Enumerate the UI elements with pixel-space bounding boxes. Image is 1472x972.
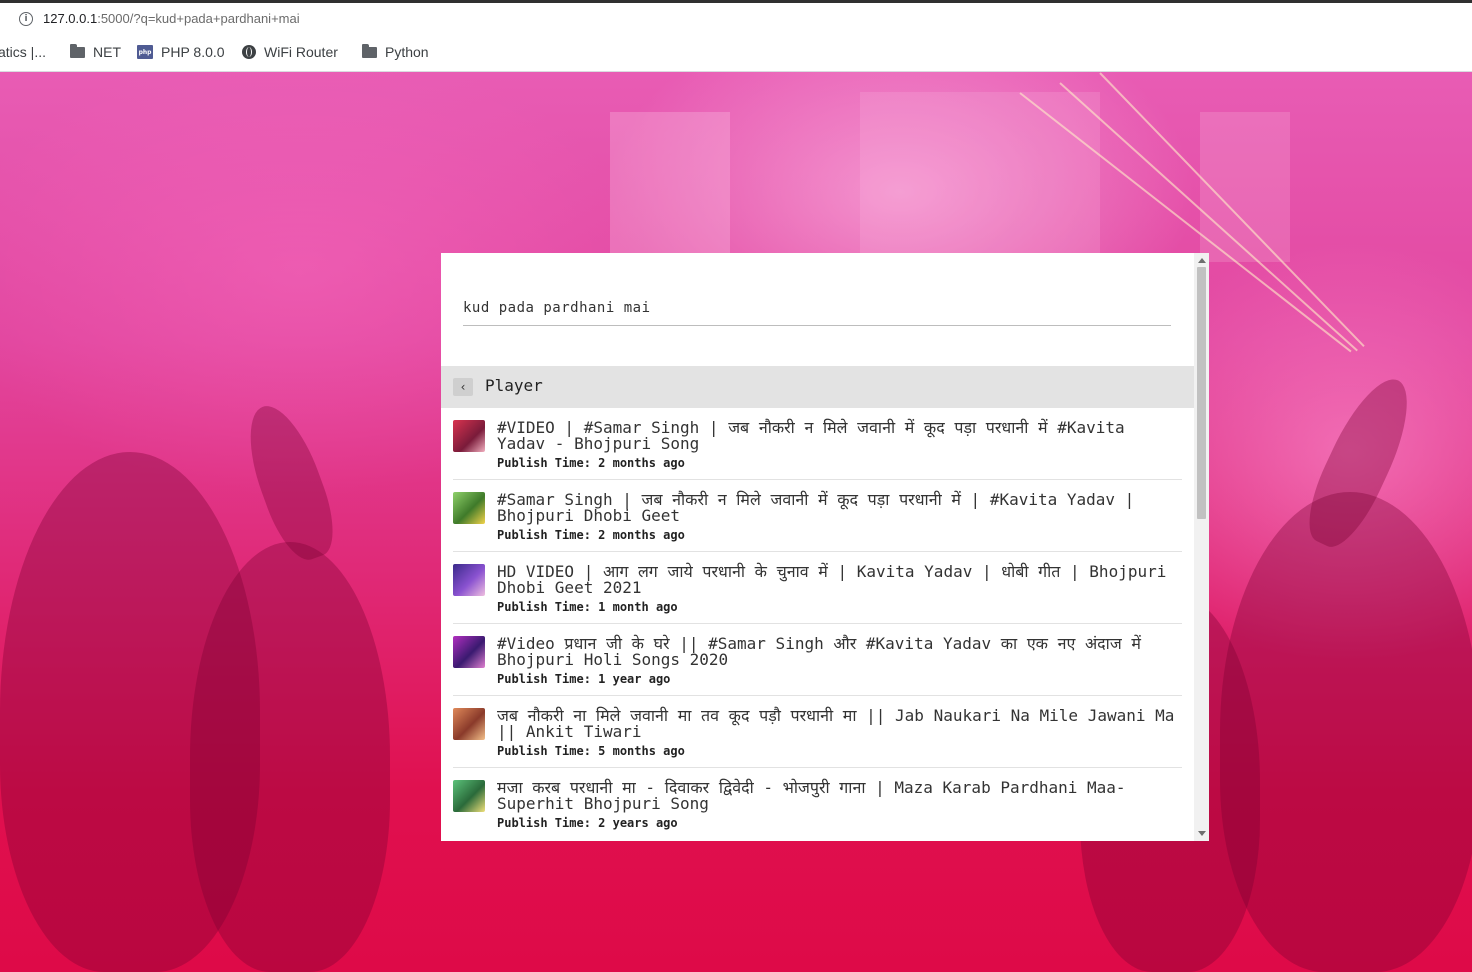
folder-icon [70, 43, 85, 58]
video-thumbnail[interactable] [453, 420, 485, 452]
globe-icon [242, 45, 256, 59]
video-title[interactable]: #VIDEO | #Samar Singh | जब नौकरी न मिले … [497, 420, 1182, 452]
video-title[interactable]: HD VIDEO | आग लग जाये परधानी के चुनाव मे… [497, 564, 1182, 596]
publish-label: Publish Time: [497, 672, 591, 686]
address-bar[interactable]: i 127.0.0.1:5000/?q=kud+pada+pardhani+ma… [0, 0, 1472, 36]
search-field[interactable] [463, 297, 1171, 326]
stage-light [1200, 112, 1290, 262]
list-item[interactable]: मजा करब परधानी मा - दिवाकर द्विवेदी - भो… [453, 768, 1182, 840]
url-text[interactable]: 127.0.0.1:5000/?q=kud+pada+pardhani+mai [43, 11, 300, 26]
search-input[interactable] [463, 298, 1171, 318]
list-item[interactable]: #Samar Singh | जब नौकरी न मिले जवानी में… [453, 480, 1182, 552]
publish-value: 2 months ago [598, 528, 685, 542]
bookmark-python[interactable]: Python [362, 43, 429, 60]
publish-label: Publish Time: [497, 744, 591, 758]
crowd-silhouette [190, 542, 390, 972]
bookmark-label: PHP 8.0.0 [161, 44, 225, 60]
publish-value: 1 month ago [598, 600, 678, 614]
back-button[interactable]: ‹ [453, 378, 473, 396]
video-title[interactable]: #Video प्रधान जी के घरे || #Samar Singh … [497, 636, 1182, 668]
bookmark-label: Python [385, 44, 429, 60]
publish-label: Publish Time: [497, 456, 591, 470]
video-title[interactable]: #Samar Singh | जब नौकरी न मिले जवानी में… [497, 492, 1182, 524]
video-thumbnail[interactable] [453, 636, 485, 668]
search-panel: ‹ Player #VIDEO | #Samar Singh | जब नौकर… [441, 253, 1209, 841]
crowd-silhouette [1220, 492, 1472, 972]
player-title: Player [485, 376, 543, 395]
publish-time: Publish Time: 2 months ago [497, 456, 685, 470]
raised-arm [234, 396, 346, 568]
folder-icon [362, 43, 377, 58]
bookmark-label: atics |... [0, 44, 46, 60]
bookmark-label: NET [93, 44, 121, 60]
publish-label: Publish Time: [497, 600, 591, 614]
video-thumbnail[interactable] [453, 492, 485, 524]
publish-time: Publish Time: 2 months ago [497, 528, 685, 542]
bookmark-net[interactable]: NET [70, 43, 121, 60]
publish-value: 2 years ago [598, 816, 678, 830]
publish-time: Publish Time: 5 months ago [497, 744, 685, 758]
publish-value: 5 months ago [598, 744, 685, 758]
list-item[interactable]: #Video प्रधान जी के घरे || #Samar Singh … [453, 624, 1182, 696]
list-item[interactable]: #VIDEO | #Samar Singh | जब नौकरी न मिले … [453, 408, 1182, 480]
bookmark-php[interactable]: php PHP 8.0.0 [137, 44, 225, 60]
publish-label: Publish Time: [497, 528, 591, 542]
video-thumbnail[interactable] [453, 780, 485, 812]
publish-time: Publish Time: 2 years ago [497, 816, 678, 830]
scroll-up-arrow-icon[interactable] [1198, 258, 1206, 263]
bookmarks-bar: atics |... NET php PHP 8.0.0 WiFi Router… [0, 36, 1472, 72]
list-item[interactable]: HD VIDEO | आग लग जाये परधानी के चुनाव मे… [453, 552, 1182, 624]
bookmark-wifi-router[interactable]: WiFi Router [242, 44, 338, 60]
video-title[interactable]: मजा करब परधानी मा - दिवाकर द्विवेदी - भो… [497, 780, 1182, 812]
publish-value: 2 months ago [598, 456, 685, 470]
stage-light [610, 112, 730, 272]
info-icon[interactable]: i [19, 12, 33, 26]
list-item[interactable]: जब नौकरी ना मिले जवानी मा तव कूद पड़ौ पर… [453, 696, 1182, 768]
video-thumbnail[interactable] [453, 564, 485, 596]
url-host: 127.0.0.1 [43, 11, 98, 26]
php-icon: php [137, 45, 153, 59]
video-title[interactable]: जब नौकरी ना मिले जवानी मा तव कूद पड़ौ पर… [497, 708, 1182, 740]
bookmark-analytics[interactable]: atics |... [0, 44, 46, 60]
publish-value: 1 year ago [598, 672, 671, 686]
publish-time: Publish Time: 1 year ago [497, 672, 670, 686]
publish-time: Publish Time: 1 month ago [497, 600, 678, 614]
url-path: :5000/?q=kud+pada+pardhani+mai [97, 11, 300, 26]
player-header: ‹ Player [441, 366, 1194, 408]
results-list: #VIDEO | #Samar Singh | जब नौकरी न मिले … [453, 408, 1182, 840]
publish-label: Publish Time: [497, 816, 591, 830]
scroll-down-arrow-icon[interactable] [1198, 831, 1206, 836]
bookmark-label: WiFi Router [264, 44, 338, 60]
scrollbar[interactable] [1194, 253, 1209, 841]
video-thumbnail[interactable] [453, 708, 485, 740]
scrollbar-thumb[interactable] [1197, 267, 1206, 519]
